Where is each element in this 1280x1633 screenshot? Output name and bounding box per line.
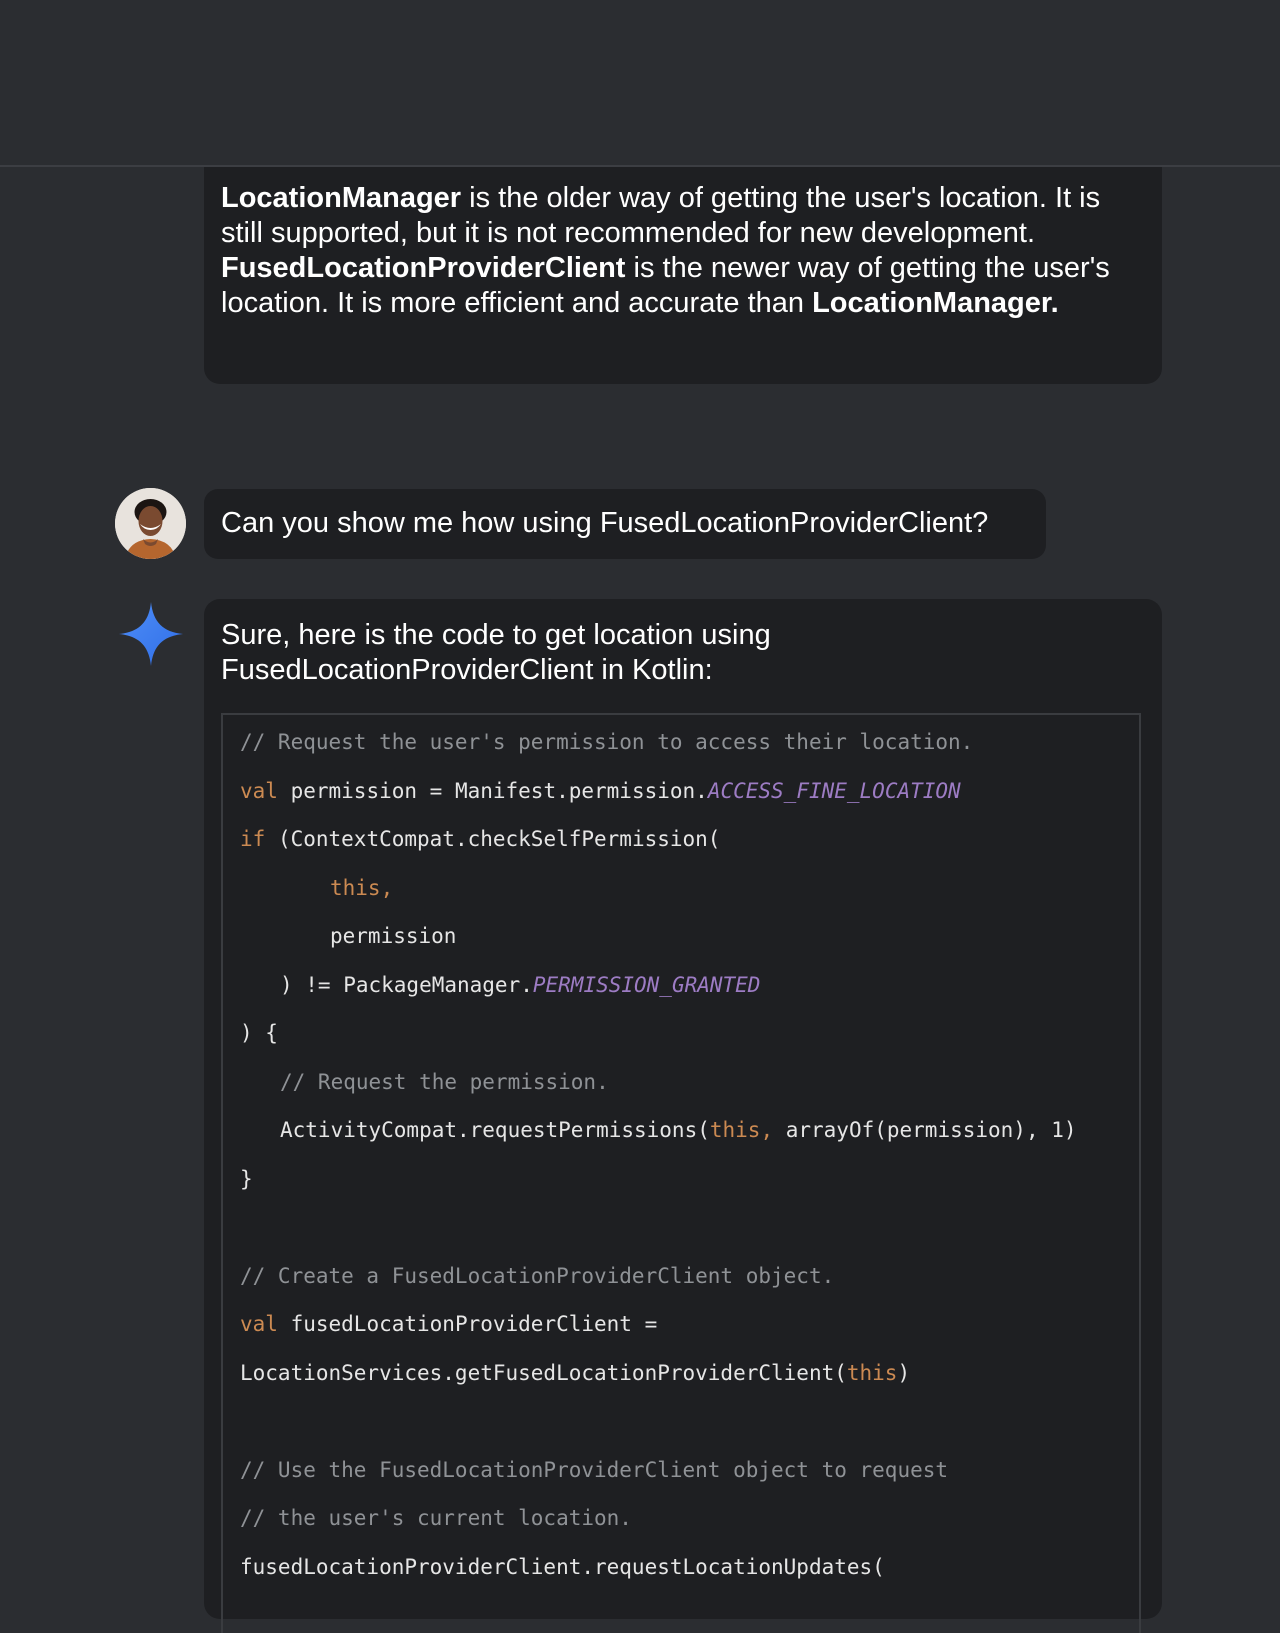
code-line: // Create a FusedLocationProviderClient … <box>240 1263 834 1289</box>
code-line: // Request the permission. <box>280 1069 609 1095</box>
previous-response-text: LocationManager is the older way of gett… <box>221 181 1141 321</box>
code-line: val fusedLocationProviderClient = <box>240 1311 657 1337</box>
code-line: } <box>240 1166 253 1192</box>
code-comment: // Use the FusedLocationProviderClient o… <box>240 1457 949 1482</box>
code-text: } <box>240 1166 253 1191</box>
code-line: val permission = Manifest.permission.ACC… <box>240 778 961 804</box>
code-text: LocationServices.getFusedLocationProvide… <box>240 1360 847 1385</box>
code-line: LocationServices.getFusedLocationProvide… <box>240 1360 910 1386</box>
code-text: ActivityCompat.requestPermissions( <box>280 1118 710 1142</box>
code-line: this, <box>330 875 393 901</box>
code-comment: // the user's current location. <box>240 1506 632 1530</box>
code-text: permission <box>330 924 457 948</box>
top-bar <box>0 0 1280 167</box>
bold-term: FusedLocationProviderClient <box>221 252 626 284</box>
code-keyword: if <box>240 827 266 851</box>
code-keyword: this, <box>330 875 394 900</box>
code-line: // the user's current location. <box>240 1505 632 1531</box>
code-keyword: this, <box>709 1118 774 1142</box>
code-comment: // Request the user's permission to acce… <box>240 730 974 754</box>
bold-term: LocationManager. <box>812 287 1059 319</box>
code-text: (ContextCompat.checkSelfPermission( <box>265 827 721 851</box>
bold-term: LocationManager <box>221 182 462 214</box>
code-keyword: val <box>240 778 278 803</box>
code-text: permission = Manifest.permission. <box>277 778 708 803</box>
code-text: ) <box>897 1360 911 1385</box>
user-message-text: Can you show me how using FusedLocationP… <box>221 507 989 539</box>
code-keyword: val <box>240 1312 278 1336</box>
user-message-bubble: Can you show me how using FusedLocationP… <box>204 489 1046 559</box>
assistant-intro-text: Sure, here is the code to get location u… <box>221 619 771 686</box>
code-block[interactable]: // Request the user's permission to acce… <box>221 713 1141 1633</box>
code-line: permission <box>330 923 456 949</box>
user-avatar-icon <box>115 488 186 559</box>
code-text: arrayOf(permission), 1) <box>773 1118 1077 1142</box>
code-line: ActivityCompat.requestPermissions(this, … <box>280 1117 1077 1143</box>
code-line: ) != PackageManager.PERMISSION_GRANTED <box>280 972 760 998</box>
code-line: if (ContextCompat.checkSelfPermission( <box>240 826 720 852</box>
code-text: ) { <box>240 1021 278 1045</box>
user-avatar <box>115 488 186 559</box>
code-keyword: this <box>846 1360 898 1385</box>
code-comment: // Request the permission. <box>280 1069 609 1094</box>
previous-response-bubble: LocationManager is the older way of gett… <box>204 150 1162 384</box>
code-line: ) { <box>240 1020 278 1046</box>
code-text: ) != PackageManager. <box>280 972 533 997</box>
code-constant: PERMISSION_GRANTED <box>532 972 761 997</box>
code-text: fusedLocationProviderClient.requestLocat… <box>240 1554 885 1579</box>
sparkle-icon <box>117 600 185 668</box>
code-text: fusedLocationProviderClient = <box>277 1312 658 1336</box>
code-line: fusedLocationProviderClient.requestLocat… <box>240 1554 885 1580</box>
code-line: // Use the FusedLocationProviderClient o… <box>240 1457 948 1483</box>
code-comment: // Create a FusedLocationProviderClient … <box>240 1263 835 1288</box>
code-line: // Request the user's permission to acce… <box>240 729 973 755</box>
assistant-response-bubble: Sure, here is the code to get location u… <box>204 599 1162 1633</box>
code-constant: ACCESS_FINE_LOCATION <box>707 778 961 803</box>
